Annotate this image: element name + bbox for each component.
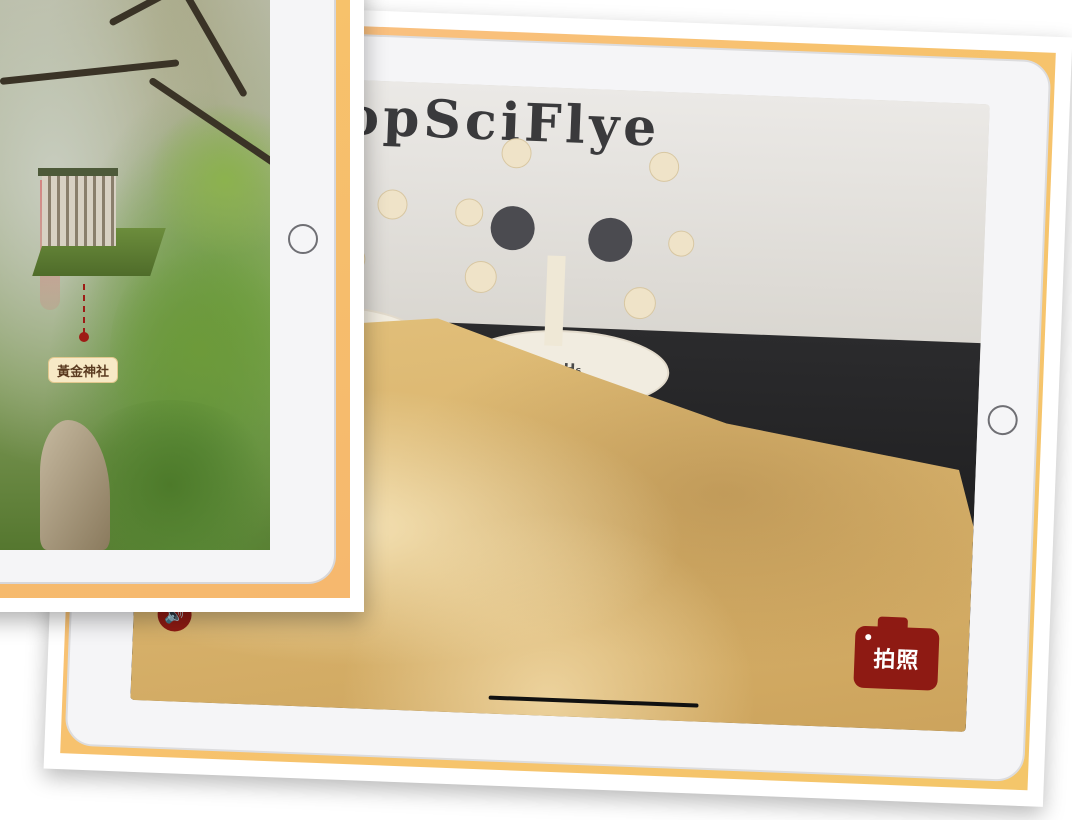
location-pointer-line xyxy=(83,284,85,334)
shrine-model[interactable] xyxy=(42,176,116,246)
take-photo-button[interactable]: 拍照 xyxy=(853,625,940,691)
map-pin-icon xyxy=(79,332,89,342)
tablet-home-button[interactable] xyxy=(288,224,318,254)
location-label[interactable]: 黃金神社 xyxy=(48,357,119,383)
tablet-home-button[interactable] xyxy=(987,404,1019,436)
ar-map-view: 黃金神社 xyxy=(0,0,270,550)
molecule-stem xyxy=(544,255,566,347)
take-photo-label: 拍照 xyxy=(872,647,920,675)
shrine-roof xyxy=(38,168,118,176)
camera-icon xyxy=(865,633,872,641)
tablet-device: 黃金神社 xyxy=(0,0,336,584)
tree-branch xyxy=(176,0,249,98)
photo-card-forest-shrine: 黃金神社 xyxy=(0,0,364,612)
tree-branch xyxy=(108,0,253,27)
